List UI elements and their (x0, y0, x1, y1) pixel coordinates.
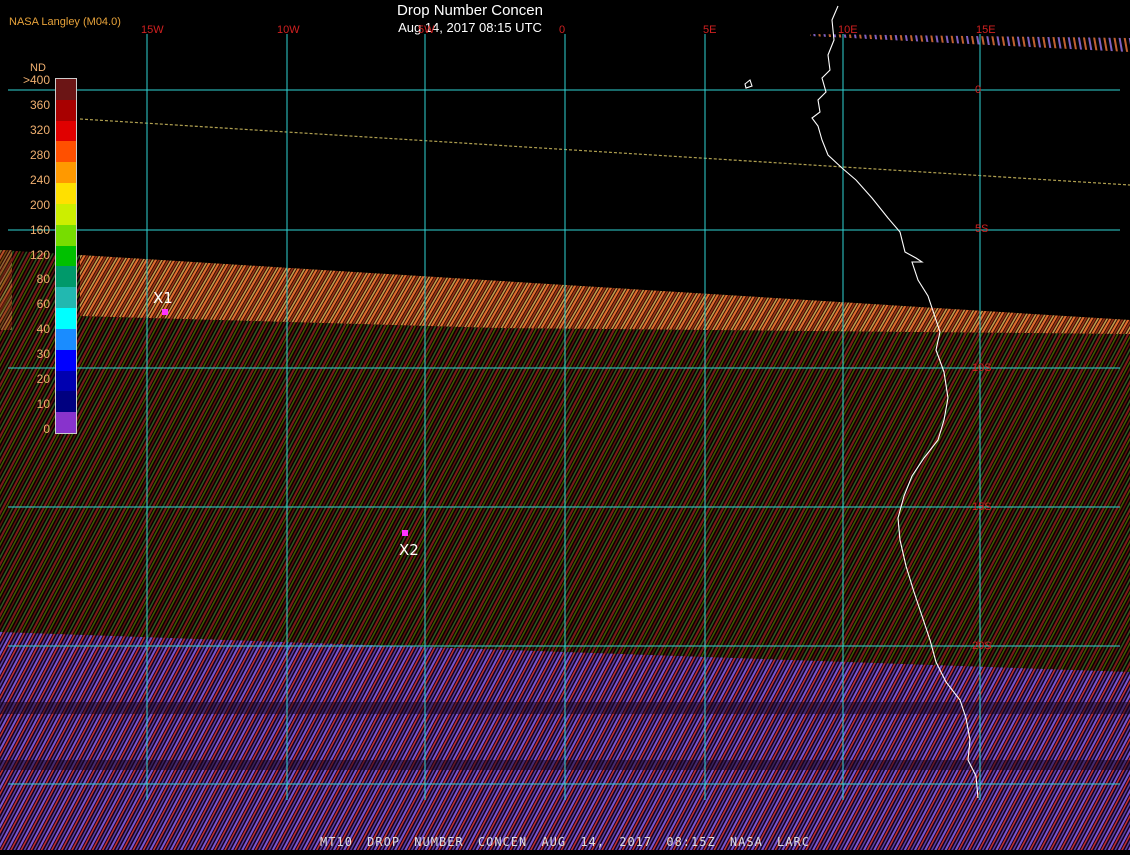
legend-label: 40 (36, 322, 50, 337)
lat-label-15s: 15S (972, 501, 992, 513)
lon-label-15e: 15E (976, 24, 996, 36)
swath-topright (810, 34, 1130, 52)
legend-swatch (56, 120, 76, 142)
legend-label: 240 (29, 172, 50, 187)
legend-swatch (56, 287, 76, 309)
lon-label-10w: 10W (277, 24, 300, 36)
color-legend (55, 78, 77, 434)
legend-label: 120 (29, 247, 50, 262)
lon-label-5e: 5E (703, 24, 717, 36)
legend-swatch (56, 183, 76, 205)
swath-edge-left (0, 250, 12, 330)
legend-swatch (56, 412, 76, 434)
map-canvas (0, 5, 1130, 850)
legend-label: 20 (36, 372, 50, 387)
lon-label-10e: 10E (838, 24, 858, 36)
legend-label: 360 (29, 97, 50, 112)
legend-swatch (56, 328, 76, 351)
legend-swatch (56, 99, 76, 122)
marker-x1[interactable] (162, 309, 168, 315)
lon-label-5w: 5W (418, 24, 435, 36)
lat-label-10s: 10S (972, 362, 992, 374)
legend-label: >400 (22, 73, 50, 87)
legend-label: 280 (29, 147, 50, 162)
legend-label: 160 (29, 222, 50, 237)
legend-swatch (56, 203, 76, 226)
legend-label: 30 (36, 347, 50, 362)
legend-label: 80 (36, 272, 50, 287)
marker-x2-label: X2 (399, 541, 419, 559)
footer-caption: MT10 DROP NUMBER CONCEN AUG 14, 2017 08:… (320, 835, 810, 849)
legend-label: 10 (36, 397, 50, 412)
legend-swatch (56, 245, 76, 267)
lon-label-15w: 15W (141, 24, 164, 36)
legend-swatch (56, 266, 76, 288)
map-title: Drop Number Concen (397, 2, 543, 19)
marker-x1-label: X1 (153, 289, 173, 307)
legend-swatch (56, 141, 76, 163)
legend-swatch (56, 370, 76, 392)
legend-label: 320 (29, 122, 50, 137)
legend-swatch (56, 162, 76, 184)
legend-swatch (56, 391, 76, 413)
legend-label: 200 (29, 197, 50, 212)
legend-swatch (56, 224, 76, 247)
lat-label-20s: 20S (972, 640, 992, 652)
island (744, 79, 753, 89)
orbit-trace (79, 118, 1130, 186)
satellite-map: Drop Number Concen Aug 14, 2017 08:15 UT… (0, 0, 1130, 850)
producer-label: NASA Langley (M04.0) (9, 16, 121, 28)
marker-x2[interactable] (402, 530, 408, 536)
lat-label-0: 0 (975, 84, 982, 96)
legend-swatch (56, 308, 76, 330)
legend-swatch (56, 79, 76, 101)
lat-label-5s: 5S (975, 223, 989, 235)
legend-label: 60 (36, 297, 50, 312)
legend-swatch (56, 349, 76, 372)
legend-label: 0 (43, 422, 50, 436)
lon-label-0: 0 (559, 24, 566, 36)
